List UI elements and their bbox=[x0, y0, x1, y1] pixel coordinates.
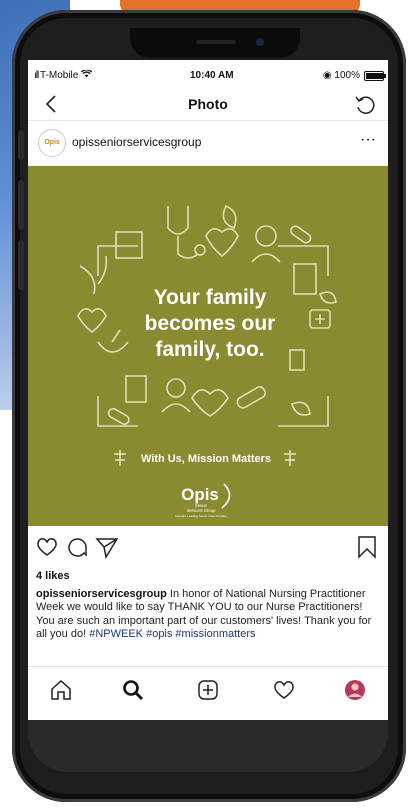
headline-line-2: becomes our bbox=[145, 312, 276, 335]
battery-icon bbox=[364, 71, 386, 81]
save-button[interactable] bbox=[354, 534, 380, 560]
refresh-icon bbox=[355, 96, 375, 114]
post-caption: opisseniorservicesgroup In honor of Nati… bbox=[36, 588, 380, 642]
pill-bottom-icon bbox=[107, 407, 130, 425]
logo-fine-print: Florida's Leading Senior Care Provider bbox=[175, 514, 227, 518]
headline-line-1: Your family bbox=[154, 286, 267, 309]
tagline-leaf-right-icon bbox=[284, 450, 296, 466]
clipboard-icon bbox=[293, 263, 317, 295]
phone-screen: ıll T-Mobile 10:40 AM ◉ 100% Photo Opis … bbox=[28, 60, 388, 720]
doctor-head-icon bbox=[166, 378, 186, 398]
tab-profile[interactable] bbox=[342, 677, 368, 703]
rotation-lock-icon: ◉ bbox=[322, 70, 335, 81]
carrier-name: T-Mobile bbox=[40, 70, 79, 81]
more-horizontal-icon: ··· bbox=[360, 131, 376, 148]
tab-activity[interactable] bbox=[271, 677, 297, 703]
share-button[interactable] bbox=[94, 534, 120, 560]
first-aid-cross bbox=[315, 314, 325, 324]
tagline-text: With Us, Mission Matters bbox=[141, 453, 271, 465]
caption-username[interactable]: opisseniorservicesgroup bbox=[36, 588, 167, 600]
heart-medical-icon bbox=[205, 228, 239, 258]
bookmark-icon bbox=[358, 536, 376, 559]
battery-text: 100% bbox=[334, 70, 360, 81]
stethoscope-icon bbox=[167, 206, 199, 259]
tab-home[interactable] bbox=[48, 677, 74, 703]
nav-bar: Photo bbox=[28, 88, 388, 121]
post-graphic: Your family becomes our family, too. Wit… bbox=[77, 204, 337, 518]
phone-bezel-bottom bbox=[28, 720, 388, 772]
tab-search[interactable] bbox=[120, 677, 146, 703]
like-button[interactable] bbox=[34, 534, 60, 560]
leaf-right-icon bbox=[319, 291, 337, 304]
comment-button[interactable] bbox=[64, 534, 90, 560]
post-header: Opis opisseniorservicesgroup ··· bbox=[28, 121, 388, 166]
stethoscope-head bbox=[194, 244, 206, 256]
mortar-icon bbox=[97, 329, 129, 353]
headline-line-3: family, too. bbox=[155, 338, 264, 361]
logo-wordmark: Opis bbox=[181, 485, 219, 504]
refresh-button[interactable] bbox=[352, 92, 378, 118]
nurse-head-icon bbox=[255, 225, 277, 247]
bottom-tab-bar bbox=[28, 666, 388, 720]
tab-new-post[interactable] bbox=[195, 677, 221, 703]
more-options-button[interactable]: ··· bbox=[356, 129, 380, 153]
hashtags[interactable]: #opis #missionmatters bbox=[146, 628, 255, 640]
avatar-text: Opis bbox=[44, 139, 60, 146]
search-icon bbox=[123, 680, 143, 700]
comment-icon bbox=[68, 538, 87, 557]
logo-sub-2: Services Group bbox=[187, 508, 217, 513]
logo-swoosh bbox=[221, 483, 231, 509]
leaf-bottom-icon bbox=[291, 401, 311, 416]
volume-down-button bbox=[18, 240, 24, 290]
status-bar: ıll T-Mobile 10:40 AM ◉ 100% bbox=[28, 60, 388, 88]
home-icon bbox=[51, 679, 71, 700]
leaf-icon bbox=[222, 204, 237, 230]
front-camera bbox=[256, 38, 264, 46]
post-image[interactable]: Your family becomes our family, too. Wit… bbox=[28, 166, 388, 526]
battery-percentage: ◉ 100% bbox=[323, 70, 360, 81]
page-title: Photo bbox=[188, 96, 228, 112]
post-actions bbox=[28, 530, 388, 566]
activity-heart-icon bbox=[274, 681, 294, 699]
hospital-icon bbox=[115, 231, 143, 259]
tagline-leaf-left-icon bbox=[114, 450, 126, 466]
heart-icon bbox=[37, 538, 57, 556]
like-count[interactable]: 4 likes bbox=[36, 570, 70, 582]
wifi-icon bbox=[80, 69, 93, 78]
heart-outline-icon bbox=[77, 308, 107, 334]
hands-plant-icon bbox=[79, 255, 108, 295]
carrier-label: ıll T-Mobile bbox=[34, 69, 93, 81]
heart-bottom-icon bbox=[191, 389, 229, 417]
avatar[interactable]: Opis bbox=[38, 129, 66, 157]
medicine-bottle-icon bbox=[289, 349, 305, 371]
post-username[interactable]: opisseniorservicesgroup bbox=[72, 135, 201, 149]
nurse-body bbox=[251, 253, 281, 263]
clock: 10:40 AM bbox=[190, 70, 234, 81]
profile-avatar-icon bbox=[345, 680, 365, 700]
volume-up-button bbox=[18, 180, 24, 230]
bandage-icon bbox=[236, 386, 266, 409]
doctor-body bbox=[161, 403, 191, 413]
pill-icon bbox=[290, 225, 312, 244]
speaker bbox=[196, 40, 236, 44]
phone-notch bbox=[130, 28, 300, 58]
hashtag-npweek[interactable]: #NPWEEK bbox=[89, 628, 143, 640]
mute-switch bbox=[18, 130, 24, 160]
send-icon bbox=[95, 538, 119, 560]
chart-document-icon bbox=[125, 375, 147, 403]
add-post-icon bbox=[198, 680, 218, 700]
battery-fill bbox=[366, 73, 384, 79]
